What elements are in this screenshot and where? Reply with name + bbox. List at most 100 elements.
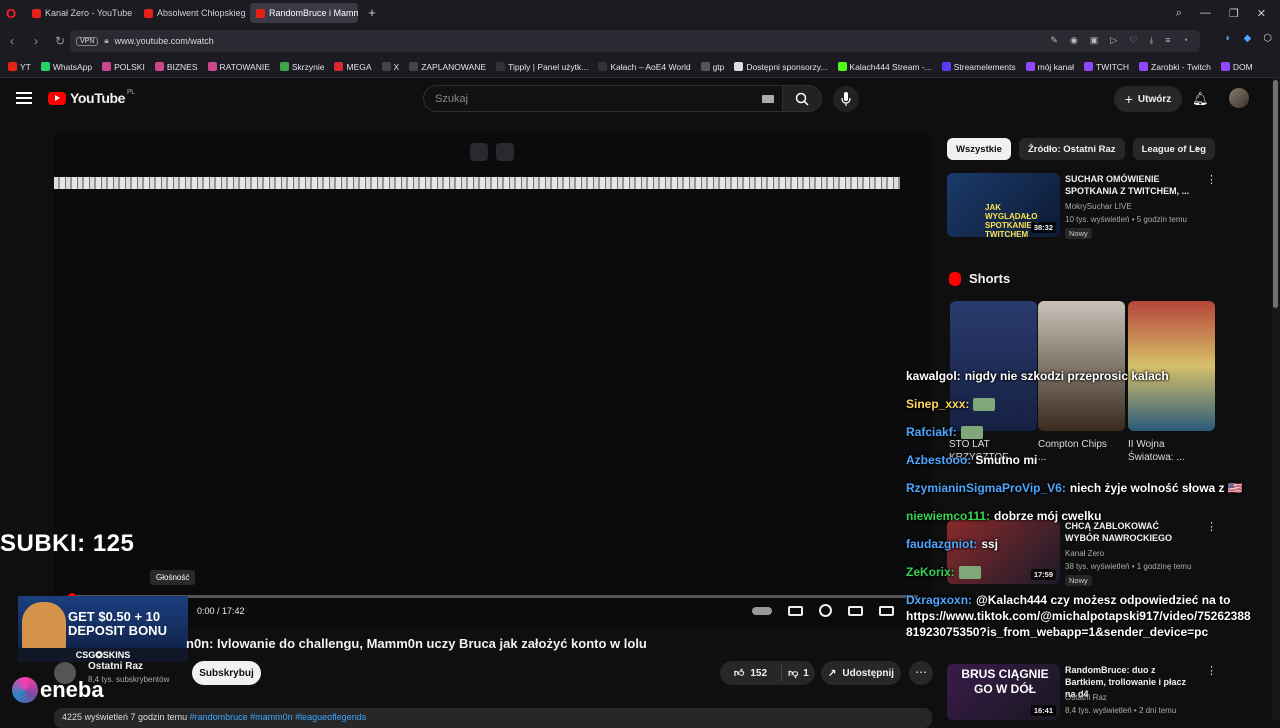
- bookmark-item[interactable]: DOM: [1220, 62, 1253, 72]
- bookmark-icon: [941, 62, 951, 71]
- search-tabs-icon[interactable]: ⌕: [1176, 7, 1182, 20]
- bookmark-label: BIZNES: [166, 61, 198, 72]
- youtube-logo[interactable]: YouTube PL: [48, 89, 135, 106]
- url-field[interactable]: VPN 🔒︎ www.youtube.com/watch ✎ ◉ ▣ ▷ ♡ ⤓…: [70, 30, 1200, 52]
- bookmark-item[interactable]: POLSKI: [102, 62, 145, 72]
- extension-icon[interactable]: ◆: [1244, 33, 1252, 44]
- thumbnail[interactable]: BRUS CIĄGNIE GO W DÓŁ 16:41: [947, 664, 1060, 720]
- voice-search-button[interactable]: [833, 86, 859, 112]
- bookmarks-bar: YT WhatsApp POLSKI BIZNES RATOWANIE Skrzynie M…: [0, 56, 1280, 78]
- menu-icon[interactable]: ≡: [1165, 35, 1170, 46]
- search-button[interactable]: [782, 85, 822, 112]
- opera-logo-icon[interactable]: O: [0, 0, 22, 26]
- heart-icon[interactable]: ♡: [1129, 35, 1137, 46]
- like-button[interactable]: 👍︎ 152: [720, 665, 782, 681]
- bookmark-item[interactable]: ZAPLANOWANE: [409, 62, 486, 72]
- progress-bar[interactable]: [68, 593, 918, 601]
- bookmark-item[interactable]: RATOWANIE: [207, 62, 270, 72]
- more-options-icon[interactable]: ⋮: [1206, 664, 1217, 677]
- recommendation-item[interactable]: JAK WYGLĄDAŁO SPOTKANIE Z TWITCHEM 38:32…: [947, 173, 1267, 243]
- video-player[interactable]: 0:00 / 17:42: [54, 134, 932, 628]
- chat-username: Azbestooo:: [906, 453, 972, 467]
- bookmark-item[interactable]: Streamelements: [941, 62, 1016, 72]
- bookmark-item[interactable]: Kałach – AoE4 World: [598, 62, 691, 72]
- recommendation-item[interactable]: BRUS CIĄGNIE GO W DÓŁ 16:41 RandomBruce:…: [947, 664, 1267, 720]
- forward-icon[interactable]: ›: [24, 34, 48, 48]
- ai-sparkle-icon[interactable]: [496, 143, 514, 161]
- shorts-heading: Shorts: [949, 271, 1010, 286]
- chat-message: ZeKorix:: [906, 558, 1276, 586]
- autoplay-toggle[interactable]: [752, 606, 772, 615]
- share-button[interactable]: ↗ Udostępnij: [821, 661, 901, 685]
- bookmark-item[interactable]: Dostępni sponsorzy...: [734, 62, 828, 72]
- hamburger-menu-icon[interactable]: [16, 92, 32, 104]
- chat-username: Sinep_xxx:: [906, 397, 970, 411]
- maximize-button[interactable]: ❐: [1229, 7, 1239, 20]
- description-box[interactable]: 4225 wyświetleń 7 godzin temu #randombru…: [54, 708, 932, 728]
- tab-2[interactable]: RandomBruce i Mamm: [250, 3, 358, 23]
- scrollbar-thumb[interactable]: [1273, 80, 1278, 308]
- bookmark-item[interactable]: TWITCH: [1084, 62, 1129, 72]
- edit-icon[interactable]: ✎: [1050, 35, 1058, 46]
- miniplayer-icon[interactable]: [848, 605, 863, 616]
- bookmark-item[interactable]: WhatsApp: [40, 62, 92, 72]
- profile-icon[interactable]: ◔: [1183, 35, 1188, 46]
- back-icon[interactable]: ‹: [0, 34, 24, 48]
- close-window-button[interactable]: ✕: [1257, 7, 1266, 20]
- chat-message: RzymianinSigmaProVip_V6: niech żyje wolno…: [906, 474, 1276, 502]
- camera-icon[interactable]: ◉: [1070, 35, 1078, 46]
- bookmark-item[interactable]: gtp: [700, 62, 724, 72]
- cube-icon[interactable]: ▣: [1090, 35, 1099, 46]
- chat-text: Smutno mi: [975, 453, 1038, 467]
- bookmark-item[interactable]: YT: [8, 62, 31, 72]
- extension-icon[interactable]: ◐: [1226, 33, 1232, 44]
- theater-mode-icon[interactable]: [879, 605, 894, 616]
- keyboard-icon[interactable]: [762, 95, 774, 103]
- chevron-right-icon[interactable]: ›: [1195, 141, 1199, 155]
- more-options-icon[interactable]: ⋮: [1206, 173, 1217, 186]
- chip-source[interactable]: Źródło: Ostatni Raz: [1018, 138, 1125, 160]
- settings-gear-icon[interactable]: [819, 604, 832, 617]
- bookmark-item[interactable]: Tipply | Panel użytk...: [496, 62, 588, 72]
- extension-icon[interactable]: ⬡: [1263, 33, 1272, 44]
- create-button[interactable]: + Utwórz: [1114, 86, 1182, 112]
- bookmark-item[interactable]: Skrzynie: [279, 62, 324, 72]
- dislike-count: 1: [803, 667, 809, 679]
- hashtags[interactable]: #randombruce #mamm0n #leagueoflegends: [190, 712, 367, 722]
- vpn-badge[interactable]: VPN: [76, 36, 99, 46]
- download-icon[interactable]: ⤓: [1149, 35, 1153, 46]
- tab-1[interactable]: Absolwent Chłopskiego Ro: [138, 3, 246, 23]
- bookmark-item[interactable]: Kalach444 Stream -...: [837, 62, 932, 72]
- mascot-image: [22, 602, 66, 652]
- reload-icon[interactable]: ↻: [48, 34, 72, 48]
- page-scrollbar[interactable]: [1272, 78, 1280, 720]
- bookmark-item[interactable]: BIZNES: [154, 61, 198, 72]
- tab-0[interactable]: Kanał Zero - YouTube: [26, 3, 134, 23]
- channel-name[interactable]: Ostatni Raz: [88, 661, 143, 672]
- minimize-button[interactable]: —: [1200, 7, 1211, 19]
- user-avatar[interactable]: [1229, 88, 1249, 108]
- bookmark-label: Zarobki - Twitch: [1151, 61, 1211, 72]
- miniplayer-popout-icon[interactable]: [470, 143, 488, 161]
- chip-all[interactable]: Wszystkie: [947, 138, 1011, 160]
- address-bar-row: ‹ › ↻ VPN 🔒︎ www.youtube.com/watch ✎ ◉ ▣…: [0, 26, 1280, 56]
- bookmark-item[interactable]: X: [381, 62, 399, 72]
- subtitles-icon[interactable]: [788, 605, 803, 616]
- channel-avatar[interactable]: [54, 662, 76, 684]
- ad-brand: CSG✪SKINS: [18, 648, 188, 662]
- dislike-button[interactable]: 👎︎ 1: [782, 667, 815, 680]
- new-tab-button[interactable]: +: [364, 5, 380, 21]
- subscriber-count: 8,4 tys. subskrybentów: [88, 675, 170, 684]
- more-actions-icon[interactable]: ⋯: [909, 661, 933, 685]
- search-input[interactable]: Szukaj: [423, 85, 783, 112]
- chip-league[interactable]: League of Leg: [1132, 138, 1215, 160]
- play-icon[interactable]: ▷: [1110, 35, 1117, 46]
- bookmark-item[interactable]: Zarobki - Twitch: [1139, 62, 1211, 72]
- notifications-bell-icon[interactable]: 🔔︎: [1192, 91, 1209, 107]
- bookmark-item[interactable]: mój kanał: [1025, 62, 1074, 72]
- bookmark-item[interactable]: MEGA: [334, 62, 372, 72]
- time-display: 0:00 / 17:42: [197, 606, 245, 616]
- subscribe-button[interactable]: Subskrybuj: [192, 661, 261, 685]
- thumbnail[interactable]: JAK WYGLĄDAŁO SPOTKANIE Z TWITCHEM 38:32: [947, 173, 1060, 237]
- bookmark-icon: [102, 62, 112, 71]
